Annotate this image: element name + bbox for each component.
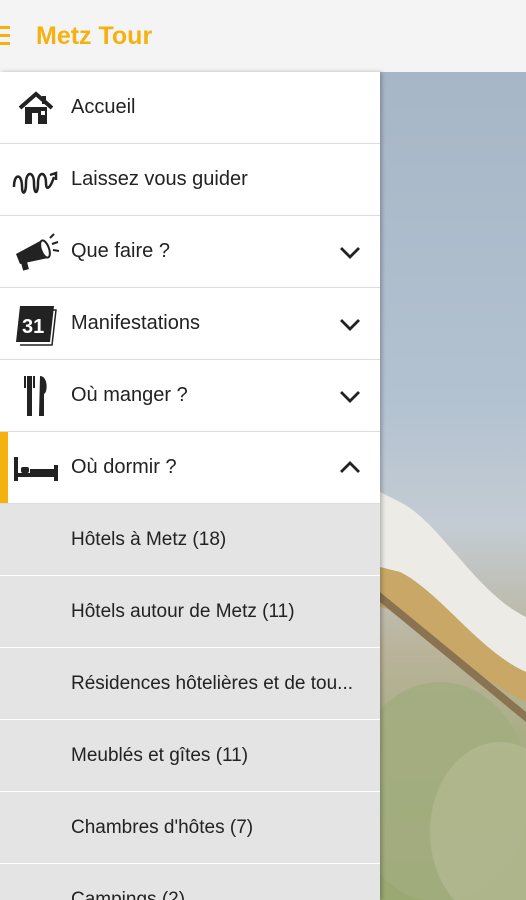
- nav-item-guide[interactable]: Laissez vous guider: [0, 144, 380, 216]
- subnav-item-hotels-autour[interactable]: Hôtels autour de Metz (11): [0, 576, 380, 648]
- chevron-down-icon[interactable]: [336, 382, 364, 410]
- subnav-item-meubles[interactable]: Meublés et gîtes (11): [0, 720, 380, 792]
- nav-item-que-faire[interactable]: Que faire ?: [0, 216, 380, 288]
- nav-item-label: Où dormir ?: [71, 456, 177, 478]
- calendar-icon: 31: [12, 304, 60, 346]
- nav-item-ou-dormir[interactable]: Où dormir ?: [0, 432, 380, 504]
- nav-item-label: Manifestations: [71, 312, 200, 334]
- background-photo: [380, 72, 526, 900]
- subnav-item-label: Hôtels à Metz (18): [71, 528, 227, 550]
- route-icon: [12, 160, 60, 200]
- subnav-item-campings[interactable]: Campings (2): [0, 864, 380, 900]
- chevron-down-icon[interactable]: [336, 310, 364, 338]
- app-bar: Metz Tour: [0, 0, 526, 72]
- nav-item-label: Accueil: [71, 96, 136, 118]
- nav-item-accueil[interactable]: Accueil: [0, 72, 380, 144]
- calendar-day: 31: [22, 316, 44, 338]
- home-icon: [12, 88, 60, 128]
- chevron-up-icon[interactable]: [336, 454, 364, 482]
- hamburger-icon[interactable]: [0, 26, 12, 46]
- nav-item-label: Laissez vous guider: [71, 168, 248, 190]
- subnav-item-label: Hôtels autour de Metz (11): [71, 600, 295, 622]
- nav-item-label: Que faire ?: [71, 240, 170, 262]
- megaphone-icon: [12, 232, 60, 272]
- subnav-item-label: Campings (2): [71, 888, 186, 900]
- nav-item-label: Où manger ?: [71, 384, 188, 406]
- subnav-item-hotels-metz[interactable]: Hôtels à Metz (18): [0, 504, 380, 576]
- subnav-item-chambres[interactable]: Chambres d'hôtes (7): [0, 792, 380, 864]
- subnav-item-label: Meublés et gîtes (11): [71, 744, 249, 766]
- subnav-item-residences[interactable]: Résidences hôtelières et de tou...: [0, 648, 380, 720]
- bed-icon: [12, 448, 60, 488]
- subnav-item-label: Chambres d'hôtes (7): [71, 816, 254, 838]
- subnav-item-label: Résidences hôtelières et de tou...: [71, 672, 354, 694]
- chevron-down-icon[interactable]: [336, 238, 364, 266]
- nav-item-ou-manger[interactable]: Où manger ?: [0, 360, 380, 432]
- app-title: Metz Tour: [36, 22, 153, 50]
- fork-knife-icon: [12, 376, 60, 416]
- navigation-drawer: Accueil Laissez vous guider Que faire ?: [0, 72, 380, 900]
- nav-item-manifestations[interactable]: 31 Manifestations: [0, 288, 380, 360]
